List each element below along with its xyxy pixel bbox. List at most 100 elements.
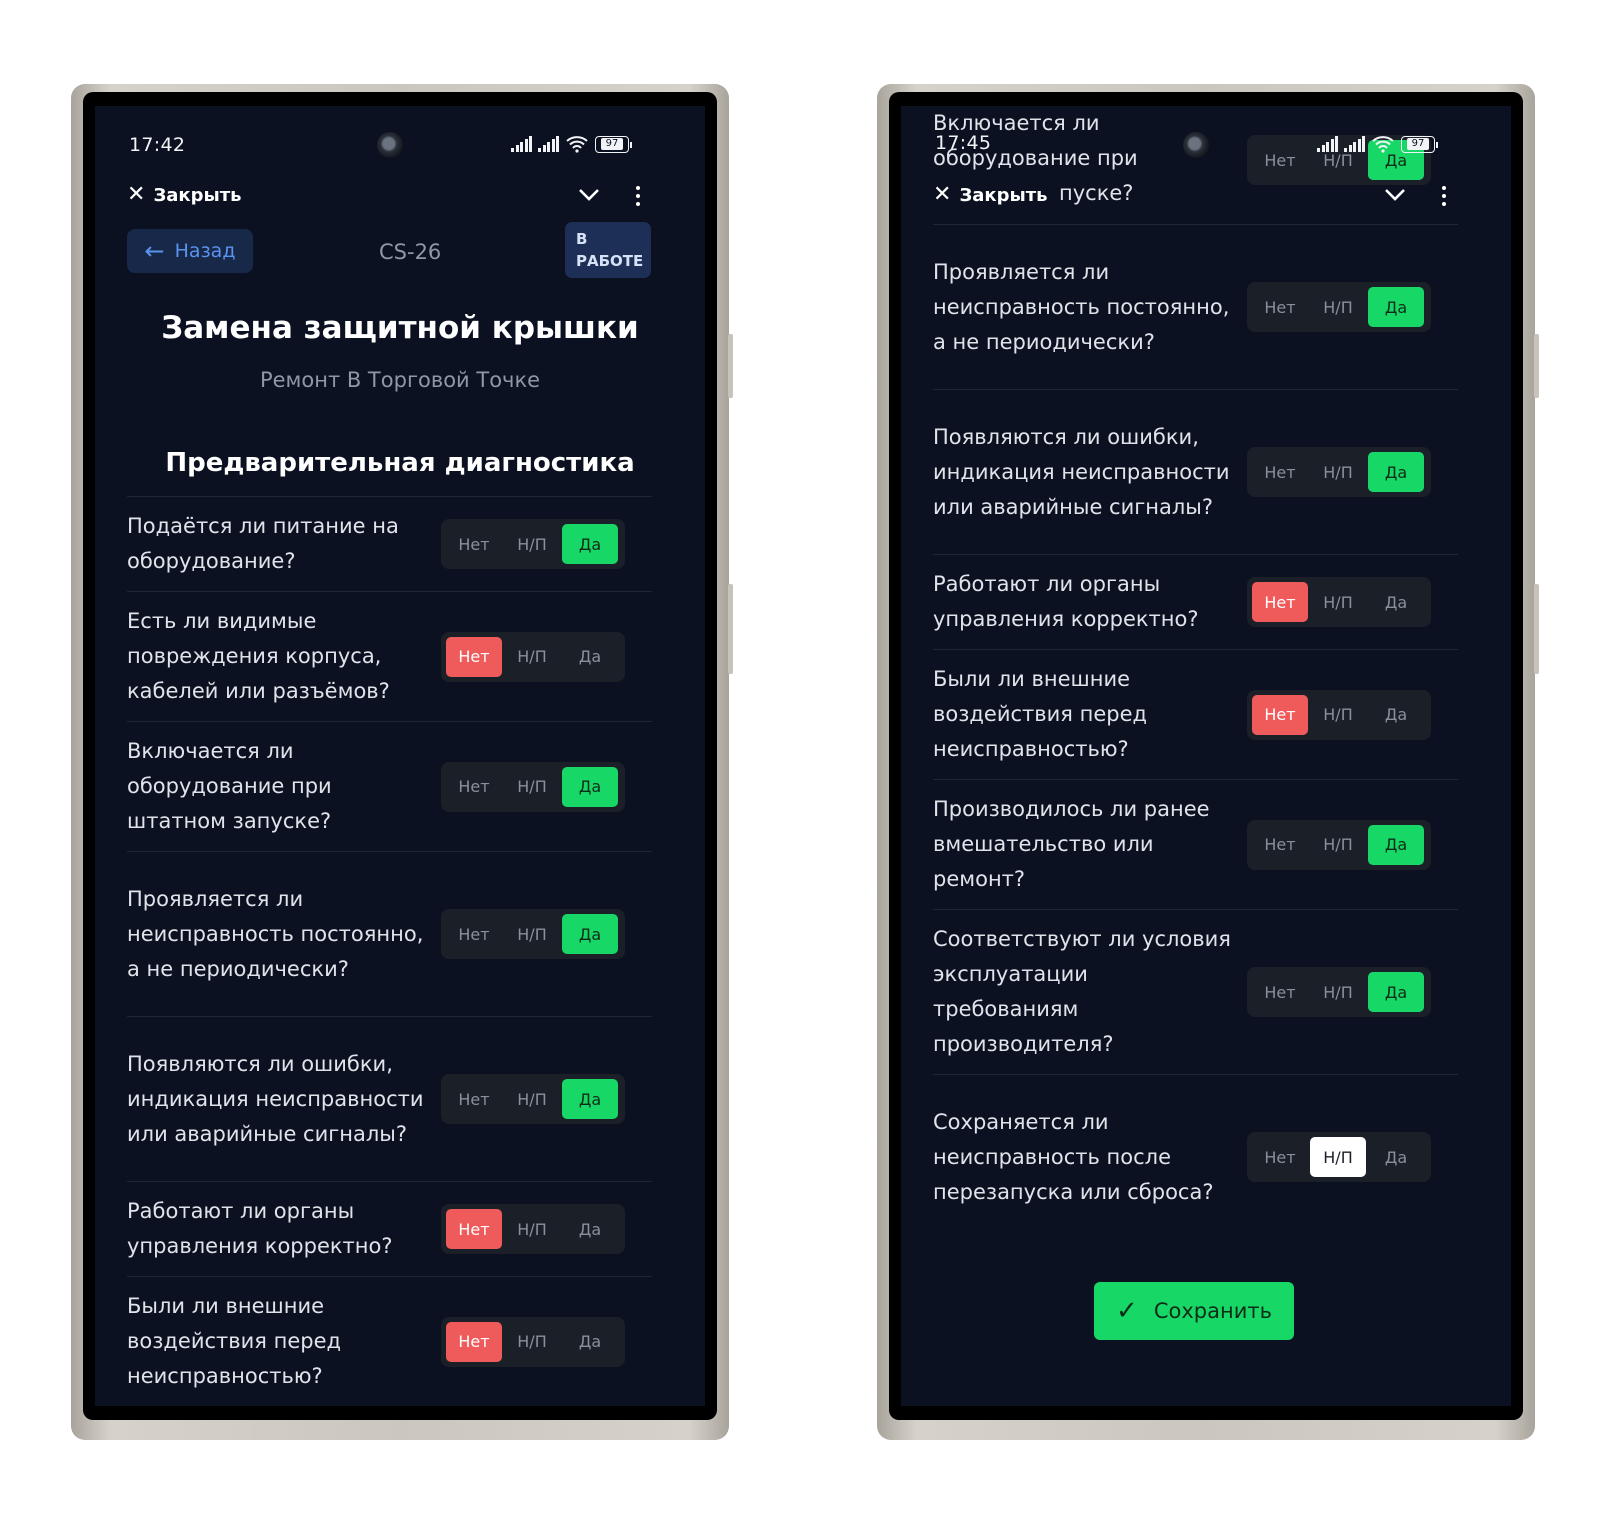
status-icons: 97 bbox=[511, 135, 632, 153]
option-yes[interactable]: Да bbox=[1368, 1137, 1424, 1177]
option-na[interactable]: Н/П bbox=[504, 767, 560, 807]
answer-toggle: Нет Н/П Да bbox=[1247, 282, 1431, 332]
question-row: Появляются ли ошибки, индикация неисправ… bbox=[127, 1016, 652, 1181]
option-no[interactable]: Нет bbox=[1252, 972, 1308, 1012]
option-yes[interactable]: Да bbox=[562, 1209, 618, 1249]
option-na[interactable]: Н/П bbox=[504, 914, 560, 954]
option-no[interactable]: Нет bbox=[1252, 694, 1308, 735]
option-no[interactable]: Нет bbox=[446, 1079, 502, 1119]
option-no[interactable]: Нет bbox=[1252, 1137, 1308, 1177]
page-subtitle: Ремонт В Торговой Точке bbox=[259, 368, 541, 392]
option-na[interactable]: Н/П bbox=[504, 1209, 560, 1249]
option-yes[interactable]: Да bbox=[1368, 582, 1424, 622]
chevron-down-icon[interactable] bbox=[577, 184, 601, 208]
side-button bbox=[1534, 334, 1539, 398]
signal-icon bbox=[1344, 136, 1365, 152]
option-na[interactable]: Н/П bbox=[504, 637, 560, 677]
option-no[interactable]: Нет bbox=[1252, 287, 1308, 327]
option-na[interactable]: Н/П bbox=[504, 1322, 560, 1362]
option-na[interactable]: Н/П bbox=[1310, 695, 1366, 735]
option-yes[interactable]: Да bbox=[1368, 972, 1424, 1012]
option-no[interactable]: Нет bbox=[1252, 582, 1308, 622]
close-label: Закрыть bbox=[153, 184, 242, 206]
option-yes[interactable]: Да bbox=[562, 914, 618, 954]
option-yes[interactable]: Да bbox=[562, 1322, 618, 1362]
answer-toggle: Нет Н/П Да bbox=[1247, 819, 1431, 870]
question-row: Включается ли оборудование при штатном з… bbox=[127, 721, 652, 851]
option-na[interactable]: Н/П bbox=[1310, 582, 1366, 622]
option-yes[interactable]: Да bbox=[562, 766, 618, 807]
answer-toggle: Нет Н/П Да bbox=[1247, 1132, 1431, 1182]
option-na[interactable]: Н/П bbox=[1310, 972, 1366, 1012]
status-time: 17:45 bbox=[935, 132, 992, 154]
answer-toggle: Нет Н/П Да bbox=[441, 519, 625, 569]
back-button[interactable]: ← Назад bbox=[127, 229, 253, 273]
arrow-left-icon: ← bbox=[144, 237, 165, 265]
question-text: Появляются ли ошибки, индикация неисправ… bbox=[127, 1051, 424, 1146]
option-yes[interactable]: Да bbox=[1368, 452, 1424, 492]
option-yes[interactable]: Да bbox=[562, 524, 618, 564]
question-row: Были ли внешние воздействия перед неиспр… bbox=[127, 1276, 652, 1406]
side-button bbox=[728, 334, 733, 398]
wifi-icon bbox=[1372, 136, 1394, 153]
close-button[interactable]: ✕ Закрыть bbox=[933, 184, 1054, 206]
question-text: Соответствуют ли условия эксплуатации тр… bbox=[933, 927, 1231, 1056]
question-text: Проявляется ли неисправность постоянно, … bbox=[933, 259, 1230, 354]
save-button[interactable]: ✓ Сохранить bbox=[1094, 1282, 1294, 1340]
option-no[interactable]: Нет bbox=[446, 636, 502, 677]
option-na[interactable]: Н/П bbox=[1310, 452, 1366, 492]
answer-toggle: Нет Н/П Да bbox=[1247, 447, 1431, 497]
option-na[interactable]: Н/П bbox=[1310, 1137, 1366, 1177]
option-no[interactable]: Нет bbox=[446, 1209, 502, 1249]
question-text: Подаётся ли питание на оборудование? bbox=[127, 514, 399, 573]
question-row: Подаётся ли питание на оборудование? Нет Н… bbox=[127, 496, 652, 591]
close-label: Закрыть bbox=[959, 184, 1048, 206]
option-no[interactable]: Нет bbox=[446, 1321, 502, 1362]
signal-icon bbox=[511, 136, 532, 152]
answer-toggle: Нет Н/П Да bbox=[441, 761, 625, 812]
battery-icon: 97 bbox=[595, 135, 632, 153]
ticket-code: CS-26 bbox=[379, 240, 442, 264]
signal-icon bbox=[1317, 136, 1338, 152]
question-row: Соответствуют ли условия эксплуатации тр… bbox=[933, 909, 1458, 1074]
question-row: Есть ли видимые повреждения корпуса, каб… bbox=[127, 591, 652, 721]
option-no[interactable]: Нет bbox=[446, 767, 502, 807]
battery-icon: 97 bbox=[1401, 135, 1438, 153]
answer-toggle: Нет Н/П Да bbox=[441, 1316, 625, 1367]
more-menu-icon[interactable] bbox=[1442, 186, 1446, 206]
close-button[interactable]: ✕ Закрыть bbox=[127, 184, 242, 206]
option-yes[interactable]: Да bbox=[1368, 287, 1424, 327]
option-yes[interactable]: Да bbox=[1368, 695, 1424, 735]
option-na[interactable]: Н/П bbox=[504, 524, 560, 564]
question-text: Включается ли оборудование при штатном з… bbox=[127, 739, 332, 833]
option-yes[interactable]: Да bbox=[562, 1079, 618, 1119]
chevron-down-icon[interactable] bbox=[1383, 184, 1407, 208]
option-na[interactable]: Н/П bbox=[504, 1079, 560, 1119]
phone-right: Включается ли оборудование при пуске? Не… bbox=[877, 84, 1539, 1440]
question-row: Проявляется ли неисправность постоянно, … bbox=[933, 224, 1458, 389]
more-menu-icon[interactable] bbox=[636, 186, 640, 206]
option-yes[interactable]: Да bbox=[1368, 824, 1424, 865]
option-yes[interactable]: Да bbox=[562, 637, 618, 677]
status-icons: 97 bbox=[1317, 135, 1438, 153]
question-text: Были ли внешние воздействия перед неиспр… bbox=[127, 1294, 342, 1388]
side-button bbox=[728, 584, 733, 674]
option-no[interactable]: Нет bbox=[1252, 140, 1308, 180]
option-no[interactable]: Нет bbox=[1252, 825, 1308, 865]
page-title: Замена защитной крышки bbox=[161, 310, 639, 346]
option-na[interactable]: Н/П bbox=[1310, 825, 1366, 865]
option-no[interactable]: Нет bbox=[446, 524, 502, 564]
answer-toggle: Нет Н/П Да bbox=[441, 631, 625, 682]
answer-toggle: Нет Н/П Да bbox=[441, 909, 625, 959]
answer-toggle: Нет Н/П Да bbox=[1247, 689, 1431, 740]
close-icon: ✕ bbox=[127, 182, 146, 207]
option-no[interactable]: Нет bbox=[1252, 452, 1308, 492]
option-no[interactable]: Нет bbox=[446, 914, 502, 954]
question-text: Работают ли органы управления корректно? bbox=[933, 572, 1199, 631]
option-na[interactable]: Н/П bbox=[1310, 287, 1366, 327]
question-text: Были ли внешние воздействия перед неиспр… bbox=[933, 667, 1148, 761]
section-title: Предварительная диагностика bbox=[165, 448, 635, 478]
wifi-icon bbox=[566, 136, 588, 153]
question-row: Проявляется ли неисправность постоянно, … bbox=[127, 851, 652, 1016]
question-text: Сохраняется ли неисправность после перез… bbox=[933, 1109, 1214, 1204]
